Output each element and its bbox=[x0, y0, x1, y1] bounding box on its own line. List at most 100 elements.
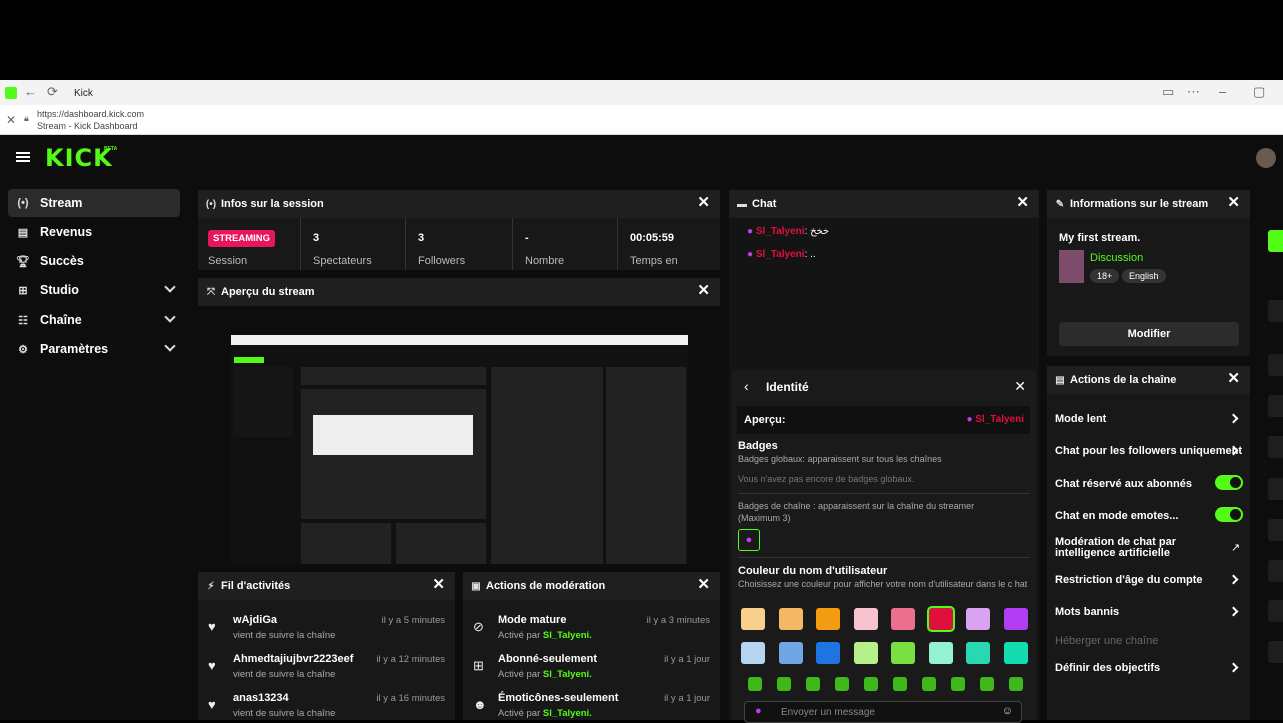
list-item: ☻ Émoticônes-seulement Activé par Sl_Talye… bbox=[463, 692, 720, 720]
stream-title: My first stream. bbox=[1059, 232, 1141, 244]
side-tool-button[interactable] bbox=[1268, 560, 1283, 582]
sidebar-item-revenus[interactable]: ▤ Revenus bbox=[8, 218, 180, 246]
banned-words-row[interactable]: Mots bannis bbox=[1055, 606, 1245, 618]
emote-icon[interactable] bbox=[922, 677, 936, 691]
color-swatch[interactable] bbox=[891, 608, 915, 630]
color-swatch[interactable] bbox=[816, 642, 840, 664]
reload-icon[interactable]: ⟳ bbox=[47, 84, 58, 100]
side-tool-button[interactable] bbox=[1268, 600, 1283, 622]
timestamp: il y a 16 minutes bbox=[376, 693, 445, 704]
back-arrow-icon[interactable]: ‹ bbox=[744, 378, 749, 394]
kick-logo[interactable]: KICK bbox=[45, 144, 113, 172]
close-icon[interactable]: ✕ bbox=[1014, 378, 1026, 395]
category-thumbnail[interactable] bbox=[1059, 250, 1084, 283]
emote-icon[interactable] bbox=[835, 677, 849, 691]
menu-icon[interactable] bbox=[16, 150, 30, 164]
browser-tab-title[interactable]: Kick bbox=[74, 88, 93, 99]
stream-preview-video[interactable] bbox=[231, 335, 688, 564]
side-tool-button[interactable] bbox=[1268, 395, 1283, 417]
stat-label: Temps en bbox=[630, 255, 678, 267]
url-text[interactable]: https://dashboard.kick.com bbox=[37, 109, 144, 119]
color-swatch[interactable] bbox=[853, 642, 878, 664]
username[interactable]: Ahmedtajiujbvr2223eef bbox=[233, 653, 353, 665]
gift-icon: ⊞ bbox=[473, 658, 484, 673]
color-swatch[interactable] bbox=[966, 642, 990, 664]
subscribers-only-toggle[interactable] bbox=[1215, 475, 1243, 490]
edit-button[interactable]: Modifier bbox=[1059, 322, 1239, 346]
avatar[interactable] bbox=[1256, 148, 1276, 168]
category-link[interactable]: Discussion bbox=[1090, 252, 1143, 264]
sidebar-item-stream[interactable]: (•) Stream bbox=[8, 189, 180, 217]
panel-header: ✎ Informations sur le stream ✕ bbox=[1047, 190, 1250, 218]
back-icon[interactable]: ← bbox=[24, 84, 37, 99]
ai-moderation-row[interactable]: Modération de chat par intelligence arti… bbox=[1055, 537, 1205, 559]
panel-title: Informations sur le stream bbox=[1070, 198, 1209, 210]
username[interactable]: anas13234 bbox=[233, 692, 289, 704]
color-swatch[interactable] bbox=[778, 608, 803, 630]
slow-mode-row[interactable]: Mode lent bbox=[1055, 413, 1245, 425]
close-icon[interactable]: ✕ bbox=[1227, 195, 1240, 211]
chat-username[interactable]: Sl_Talyeni bbox=[756, 226, 805, 237]
side-tool-button[interactable] bbox=[1268, 519, 1283, 541]
color-swatch[interactable] bbox=[1003, 642, 1028, 664]
chat-username[interactable]: Sl_Talyeni bbox=[756, 249, 805, 260]
color-swatch[interactable] bbox=[928, 642, 953, 664]
sidebar-item-succes[interactable]: 🏆︎ Succès bbox=[8, 247, 180, 275]
moderator-name[interactable]: Sl_Talyeni. bbox=[543, 630, 592, 641]
emote-icon[interactable] bbox=[864, 677, 878, 691]
close-icon[interactable]: ✕ bbox=[697, 283, 710, 299]
external-link-icon[interactable]: ↗ bbox=[1231, 541, 1240, 554]
minimize-icon[interactable]: – bbox=[1219, 84, 1226, 99]
emote-icon[interactable] bbox=[893, 677, 907, 691]
close-icon[interactable]: ✕ bbox=[432, 577, 445, 593]
color-swatch[interactable] bbox=[966, 608, 990, 630]
side-tool-button[interactable] bbox=[1268, 230, 1283, 252]
color-swatch[interactable] bbox=[853, 608, 878, 630]
emote-icon[interactable] bbox=[777, 677, 791, 691]
close-icon[interactable]: ✕ bbox=[697, 577, 710, 593]
mic-badge-icon[interactable]: ● bbox=[738, 529, 760, 551]
stat-followers: 3 Followers bbox=[406, 218, 513, 270]
sidebar-item-parametres[interactable]: ⚙ Paramètres bbox=[8, 335, 180, 363]
maximize-icon[interactable]: ▢ bbox=[1253, 84, 1265, 100]
emote-icon[interactable] bbox=[806, 677, 820, 691]
color-swatch[interactable] bbox=[926, 606, 955, 632]
side-tool-button[interactable] bbox=[1268, 300, 1283, 322]
more-icon[interactable]: ⋯ bbox=[1187, 84, 1200, 100]
age-restriction-row[interactable]: Restriction d'âge du compte bbox=[1055, 574, 1245, 586]
color-swatch[interactable] bbox=[778, 642, 803, 664]
emote-mode-toggle[interactable] bbox=[1215, 507, 1243, 522]
emote-icon[interactable] bbox=[951, 677, 965, 691]
emote-icon[interactable] bbox=[748, 677, 762, 691]
row-label: Héberger une chaîne bbox=[1055, 635, 1159, 647]
reader-icon[interactable]: ▭ bbox=[1162, 84, 1174, 100]
close-icon[interactable]: ✕ bbox=[1016, 195, 1029, 211]
side-tool-button[interactable] bbox=[1268, 641, 1283, 663]
list-icon: ▤ bbox=[1055, 374, 1065, 386]
set-goals-row[interactable]: Définir des objectifs bbox=[1055, 662, 1245, 674]
stat-value: - bbox=[525, 232, 529, 244]
side-tool-button[interactable] bbox=[1268, 478, 1283, 500]
close-icon[interactable]: ✕ bbox=[1227, 371, 1240, 387]
username[interactable]: wAjdiGa bbox=[233, 614, 277, 626]
side-tool-button[interactable] bbox=[1268, 354, 1283, 376]
close-icon[interactable]: ✕ bbox=[697, 195, 710, 211]
color-swatch[interactable] bbox=[741, 608, 765, 630]
activity-panel: ⚡︎ Fil d'activités ✕ ♥ wAjdiGa vient de suiv… bbox=[198, 572, 455, 720]
close-icon[interactable]: ✕ bbox=[6, 113, 16, 127]
side-tool-button[interactable] bbox=[1268, 436, 1283, 458]
moderation-panel: ▣ Actions de modération ✕ ⊘ Mode mature Acti… bbox=[463, 572, 720, 720]
emoji-icon[interactable]: ☺ bbox=[1002, 705, 1013, 717]
sidebar-item-chaine[interactable]: ☷ Chaîne bbox=[8, 306, 180, 334]
mic-badge-icon: ● bbox=[966, 414, 973, 425]
moderator-name[interactable]: Sl_Talyeni. bbox=[543, 669, 592, 680]
followers-only-row[interactable]: Chat pour les followers uniquement bbox=[1055, 445, 1245, 457]
sidebar-item-studio[interactable]: ⊞ Studio bbox=[8, 276, 180, 304]
emote-icon[interactable] bbox=[1009, 677, 1023, 691]
color-swatch[interactable] bbox=[1003, 608, 1028, 630]
color-swatch[interactable] bbox=[816, 608, 840, 630]
color-swatch[interactable] bbox=[741, 642, 765, 664]
moderator-name[interactable]: Sl_Talyeni. bbox=[543, 708, 592, 719]
emote-icon[interactable] bbox=[980, 677, 994, 691]
color-swatch[interactable] bbox=[891, 642, 915, 664]
